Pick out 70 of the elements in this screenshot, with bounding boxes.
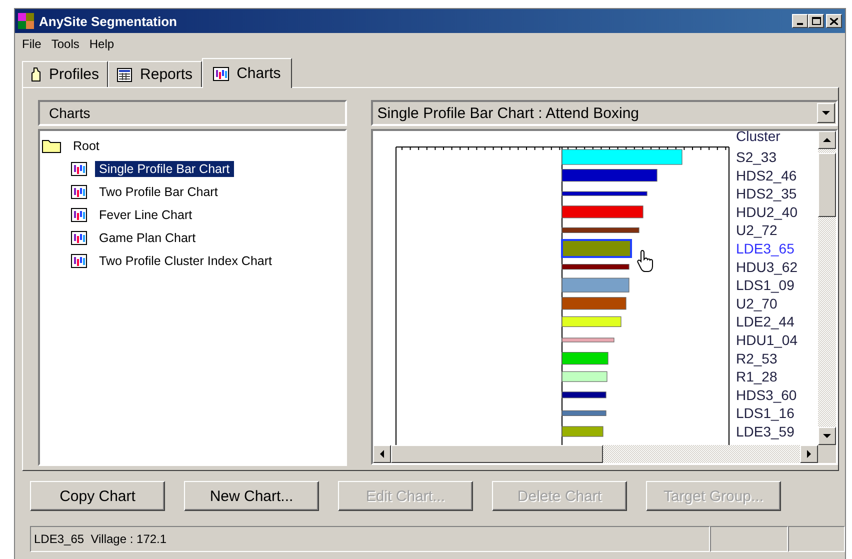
maximize-icon xyxy=(812,17,820,25)
chart-icon xyxy=(71,184,87,198)
tree-item[interactable]: Two Profile Cluster Index Chart xyxy=(95,252,276,268)
chart-bar[interactable] xyxy=(562,264,630,270)
chart-icon xyxy=(71,162,87,176)
scrollbar-corner xyxy=(818,445,836,463)
chart-bar[interactable] xyxy=(562,227,640,233)
arrow-up-icon xyxy=(823,138,831,142)
cluster-label[interactable]: U2_72 xyxy=(736,222,778,238)
action-button[interactable]: New Chart... xyxy=(184,481,319,511)
cluster-label[interactable]: LDE3_65 xyxy=(736,240,795,256)
chart-icon xyxy=(71,208,87,222)
cluster-label[interactable]: LDS1_09 xyxy=(736,277,795,294)
panel-header: Charts xyxy=(38,100,348,126)
arrow-right-icon xyxy=(807,450,811,458)
column-header: Cluster xyxy=(736,131,781,144)
cluster-label[interactable]: HDS2_46 xyxy=(736,167,797,184)
minimize-button[interactable] xyxy=(792,14,808,28)
chart-icon xyxy=(71,230,87,244)
cluster-label[interactable]: HDU1_04 xyxy=(736,332,798,348)
cluster-label[interactable]: HDS2_35 xyxy=(736,186,797,202)
cluster-label[interactable]: LDS1_16 xyxy=(736,405,795,422)
action-button[interactable]: Copy Chart xyxy=(30,481,165,511)
folder-icon xyxy=(42,138,61,153)
tab[interactable]: Profiles xyxy=(22,61,108,87)
tree-item[interactable]: Fever Line Chart xyxy=(95,206,196,222)
chart-bar[interactable] xyxy=(562,352,608,365)
arrow-left-icon xyxy=(380,450,384,458)
chart-icon xyxy=(71,254,87,268)
chart-bar[interactable] xyxy=(562,169,658,182)
scrollbar-thumb[interactable] xyxy=(818,153,836,217)
window-title: AnySite Segmentation xyxy=(39,14,178,28)
chart-bar[interactable] xyxy=(562,316,622,327)
cluster-label[interactable]: HDS3_60 xyxy=(736,386,797,403)
table-icon xyxy=(117,68,132,82)
chart-bar[interactable] xyxy=(562,191,648,196)
tree-item[interactable]: Game Plan Chart xyxy=(95,230,200,246)
tab[interactable]: Reports xyxy=(108,61,202,87)
scrollbar-thumb[interactable] xyxy=(391,445,604,463)
status-text: LDE3_65 Village : 172.1 xyxy=(30,526,710,552)
chart-bar[interactable] xyxy=(562,410,606,416)
close-button[interactable] xyxy=(826,14,842,28)
chart-bar[interactable] xyxy=(562,392,606,398)
menu-item[interactable]: Tools xyxy=(46,37,84,51)
maximize-button[interactable] xyxy=(808,14,824,28)
chart-icon xyxy=(212,66,229,80)
tree-item[interactable]: Two Profile Bar Chart xyxy=(95,184,222,200)
cluster-label[interactable]: HDU2_40 xyxy=(736,204,798,220)
close-icon xyxy=(830,18,838,24)
cluster-label[interactable]: R1_28 xyxy=(736,368,778,385)
cluster-label[interactable]: LDE3_59 xyxy=(736,424,795,440)
scroll-down-button[interactable] xyxy=(818,427,836,445)
cluster-label[interactable]: U2_70 xyxy=(736,295,778,312)
app-icon xyxy=(18,13,34,29)
scroll-left-button[interactable] xyxy=(373,445,392,463)
cluster-label[interactable]: HDU3_62 xyxy=(736,258,798,275)
chart-dropdown[interactable]: Single Profile Bar Chart : Attend Boxing xyxy=(371,100,838,126)
scroll-right-button[interactable] xyxy=(800,445,818,463)
menu-item[interactable]: File xyxy=(17,37,46,51)
tree-item[interactable]: Single Profile Bar Chart xyxy=(95,160,234,176)
tab[interactable]: Charts xyxy=(202,58,292,88)
figure-icon xyxy=(31,67,41,82)
hand-cursor-icon xyxy=(637,250,654,272)
cluster-label[interactable]: S2_33 xyxy=(736,149,777,165)
arrow-down-icon xyxy=(823,434,831,438)
menu-item[interactable]: Help xyxy=(84,37,120,51)
tree-item[interactable]: Root xyxy=(69,138,104,154)
scroll-up-button[interactable] xyxy=(818,131,836,149)
cluster-label[interactable]: LDE2_44 xyxy=(736,314,795,330)
cluster-label[interactable]: R2_53 xyxy=(736,350,778,366)
